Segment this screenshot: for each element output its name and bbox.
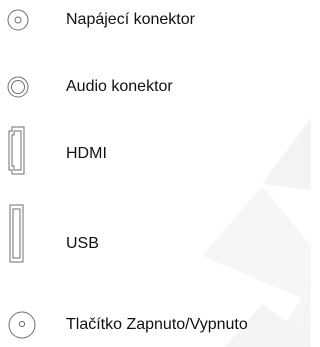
hdmi-label: HDMI (66, 145, 107, 162)
power-connector-icon (4, 0, 40, 40)
usb-port-icon (4, 204, 40, 264)
power-button-icon (4, 305, 40, 345)
list-item-power-connector: Napájecí konektor (0, 0, 311, 40)
usb-label: USB (66, 235, 99, 252)
audio-connector-icon (4, 67, 40, 107)
list-item-usb: USB (0, 204, 311, 264)
hdmi-port-icon (4, 126, 40, 186)
audio-connector-label: Audio konektor (66, 78, 173, 95)
power-connector-label: Napájecí konektor (66, 11, 195, 28)
power-button-label: Tlačítko Zapnuto/Vypnuto (66, 316, 248, 333)
list-item-hdmi: HDMI (0, 126, 311, 186)
list-item-audio-connector: Audio konektor (0, 67, 311, 107)
list-item-power-button: Tlačítko Zapnuto/Vypnuto (0, 305, 311, 345)
